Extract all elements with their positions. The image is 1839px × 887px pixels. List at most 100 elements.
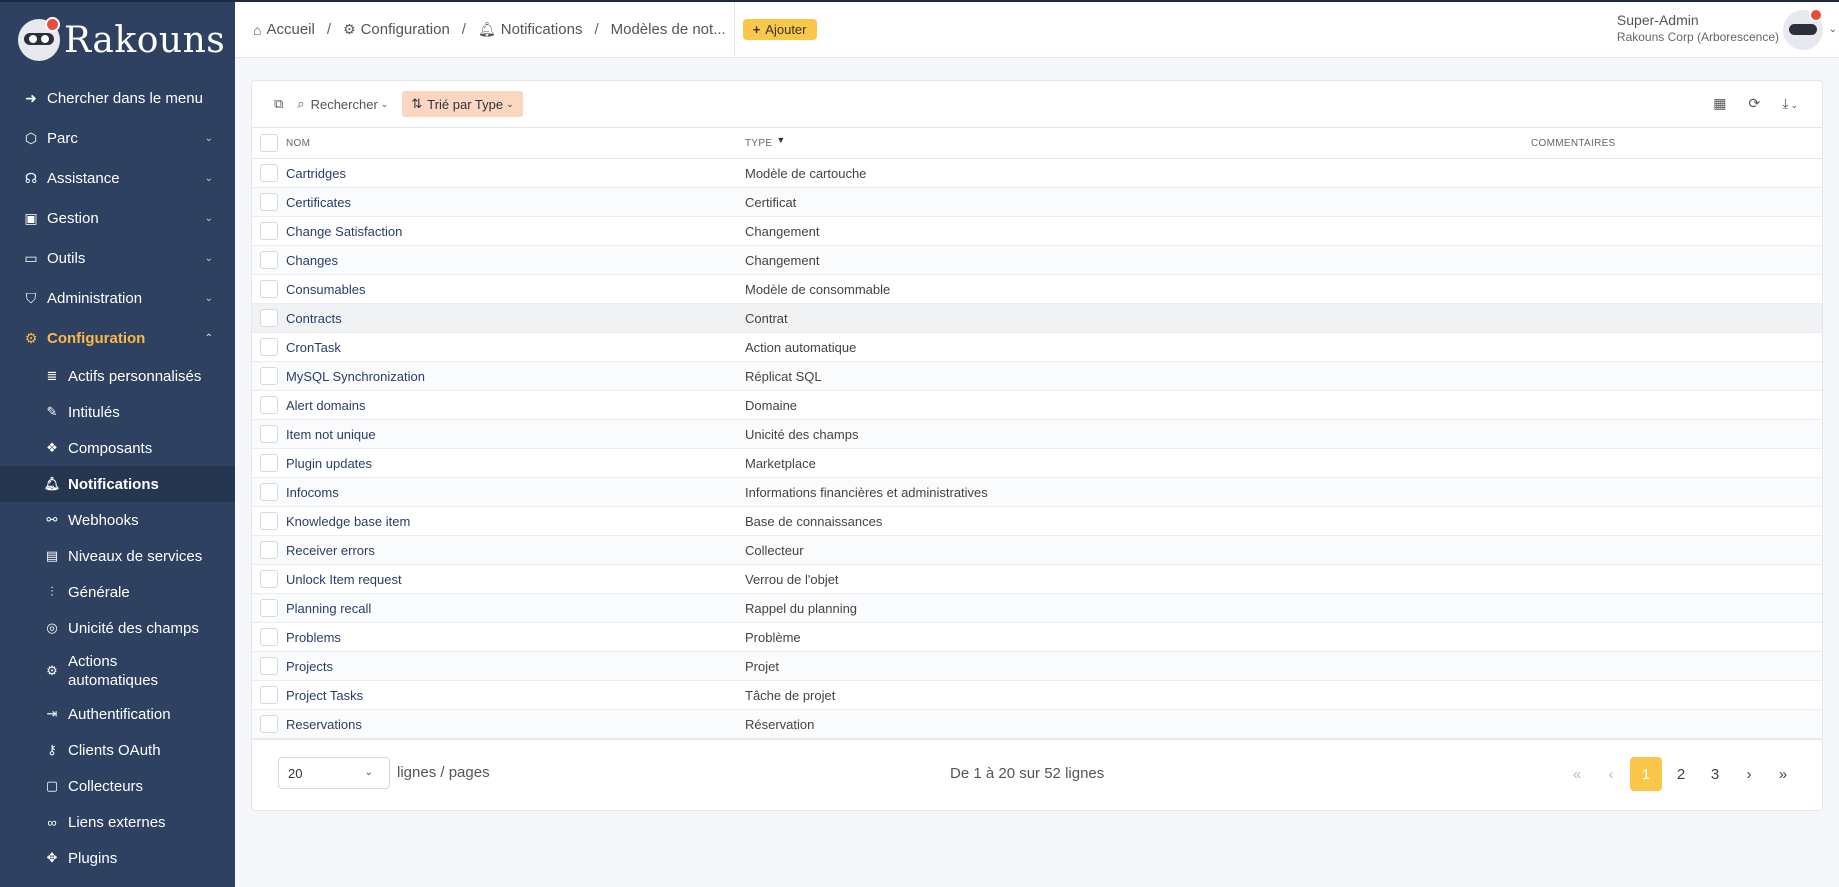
cell-nom-link[interactable]: Unlock Item request xyxy=(286,564,745,594)
row-checkbox[interactable] xyxy=(260,570,278,588)
row-checkbox[interactable] xyxy=(260,541,278,559)
sidebar-item-parc[interactable]: ⬡ Parc ⌄ xyxy=(0,118,235,158)
table-row[interactable]: Knowledge base item Base de connaissances xyxy=(252,506,1822,536)
add-button[interactable]: + Ajouter xyxy=(742,19,817,40)
row-checkbox[interactable] xyxy=(260,483,278,501)
sidebar-subitem-liens-externes[interactable]: ∞ Liens externes xyxy=(0,804,235,840)
row-checkbox[interactable] xyxy=(260,599,278,617)
row-checkbox[interactable] xyxy=(260,222,278,240)
sidebar-item-outils[interactable]: ▭ Outils ⌄ xyxy=(0,238,235,278)
sidebar-subitem-niveaux-de-services[interactable]: ▤ Niveaux de services xyxy=(0,538,235,574)
row-checkbox[interactable] xyxy=(260,193,278,211)
table-row[interactable]: Receiver errors Collecteur xyxy=(252,535,1822,565)
select-all-checkbox[interactable] xyxy=(260,134,278,152)
cell-nom-link[interactable]: Infocoms xyxy=(286,477,745,507)
row-checkbox[interactable] xyxy=(260,628,278,646)
breadcrumb-home[interactable]: ⌂ Accueil xyxy=(253,21,315,38)
sidebar-item-gestion[interactable]: ▣ Gestion ⌄ xyxy=(0,198,235,238)
cell-nom-link[interactable]: Projects xyxy=(286,651,745,681)
sidebar-subitem-actifs-personnalisés[interactable]: ≣ Actifs personnalisés xyxy=(0,358,235,394)
breadcrumb-current[interactable]: Modèles de not... xyxy=(611,21,726,38)
column-settings-icon[interactable]: ▦ xyxy=(1713,95,1726,112)
table-row[interactable]: Contracts Contrat xyxy=(252,303,1822,333)
row-checkbox[interactable] xyxy=(260,280,278,298)
cell-nom-link[interactable]: Receiver errors xyxy=(286,535,745,565)
row-checkbox[interactable] xyxy=(260,657,278,675)
cell-nom-link[interactable]: MySQL Synchronization xyxy=(286,361,745,391)
download-icon[interactable]: ⤓ ⌄ xyxy=(1782,95,1798,112)
first-page-icon[interactable]: « xyxy=(1560,757,1594,791)
row-checkbox[interactable] xyxy=(260,686,278,704)
page-button-2[interactable]: 2 xyxy=(1664,757,1698,791)
cell-nom-link[interactable]: Planning recall xyxy=(286,593,745,623)
cell-nom-link[interactable]: Consumables xyxy=(286,274,745,304)
row-checkbox[interactable] xyxy=(260,454,278,472)
table-row[interactable]: Infocoms Informations financières et admi… xyxy=(252,477,1822,507)
row-checkbox[interactable] xyxy=(260,338,278,356)
column-header-commentaires[interactable]: COMMENTAIRES xyxy=(1531,127,1822,159)
copy-icon[interactable]: ⧉ xyxy=(274,96,283,112)
sidebar-item-administration[interactable]: ⛉ Administration ⌄ xyxy=(0,278,235,318)
column-header-type[interactable]: TYPE ▼ xyxy=(745,127,1531,159)
sidebar-subitem-authentification[interactable]: ⇥ Authentification xyxy=(0,696,235,732)
row-checkbox[interactable] xyxy=(260,715,278,733)
sort-button[interactable]: ⇅ Trié par Type ⌄ xyxy=(402,91,523,117)
cell-nom-link[interactable]: Change Satisfaction xyxy=(286,216,745,246)
table-row[interactable]: CronTask Action automatique xyxy=(252,332,1822,362)
sidebar-item-configuration[interactable]: ⚙ Configuration ⌃ xyxy=(0,318,235,358)
cell-nom-link[interactable]: Problems xyxy=(286,622,745,652)
table-row[interactable]: Planning recall Rappel du planning xyxy=(252,593,1822,623)
next-page-icon[interactable]: › xyxy=(1732,757,1766,791)
sidebar-item-assistance[interactable]: ☊ Assistance ⌄ xyxy=(0,158,235,198)
cell-nom-link[interactable]: Knowledge base item xyxy=(286,506,745,536)
sidebar-subitem-webhooks[interactable]: ⚯ Webhooks xyxy=(0,502,235,538)
row-checkbox[interactable] xyxy=(260,425,278,443)
cell-nom-link[interactable]: Changes xyxy=(286,245,745,275)
user-menu[interactable]: Super-Admin Rakouns Corp (Arborescence) xyxy=(1617,12,1779,44)
table-row[interactable]: Cartridges Modèle de cartouche xyxy=(252,158,1822,188)
sidebar-subitem-composants[interactable]: ❖ Composants xyxy=(0,430,235,466)
chevron-down-icon[interactable]: ⌄ xyxy=(1829,24,1837,35)
page-size-select[interactable]: 20 ⌄ xyxy=(278,757,390,789)
avatar[interactable] xyxy=(1783,8,1823,50)
row-checkbox[interactable] xyxy=(260,396,278,414)
table-row[interactable]: Alert domains Domaine xyxy=(252,390,1822,420)
cell-nom-link[interactable]: Alert domains xyxy=(286,390,745,420)
sidebar-subitem-collecteurs[interactable]: ▢ Collecteurs xyxy=(0,768,235,804)
sidebar-subitem-plugins[interactable]: ✥ Plugins xyxy=(0,840,235,876)
column-header-nom[interactable]: NOM xyxy=(286,127,745,159)
brand[interactable]: Rakouns xyxy=(0,2,235,78)
table-row[interactable]: Consumables Modèle de consommable xyxy=(252,274,1822,304)
row-checkbox[interactable] xyxy=(260,251,278,269)
cell-nom-link[interactable]: Reservations xyxy=(286,709,745,739)
table-row[interactable]: Change Satisfaction Changement xyxy=(252,216,1822,246)
page-button-1[interactable]: 1 xyxy=(1630,757,1662,791)
row-checkbox[interactable] xyxy=(260,309,278,327)
cell-nom-link[interactable]: CronTask xyxy=(286,332,745,362)
sidebar-item-chercher-dans-le-menu[interactable]: ➜ Chercher dans le menu xyxy=(0,78,235,118)
sidebar-subitem-clients-oauth[interactable]: ⚷ Clients OAuth xyxy=(0,732,235,768)
table-row[interactable]: Projects Projet xyxy=(252,651,1822,681)
cell-nom-link[interactable]: Cartridges xyxy=(286,158,745,188)
sidebar-subitem-notifications[interactable]: 🔔︎ Notifications xyxy=(0,466,235,502)
row-checkbox[interactable] xyxy=(260,164,278,182)
refresh-icon[interactable]: ⟳ xyxy=(1749,95,1761,112)
sidebar-subitem-intitulés[interactable]: ✎ Intitulés xyxy=(0,394,235,430)
prev-page-icon[interactable]: ‹ xyxy=(1594,757,1628,791)
cell-nom-link[interactable]: Certificates xyxy=(286,187,745,217)
table-row[interactable]: Certificates Certificat xyxy=(252,187,1822,217)
table-row[interactable]: Plugin updates Marketplace xyxy=(252,448,1822,478)
cell-nom-link[interactable]: Project Tasks xyxy=(286,680,745,710)
table-row[interactable]: Unlock Item request Verrou de l'objet xyxy=(252,564,1822,594)
breadcrumb-configuration[interactable]: ⚙ Configuration xyxy=(343,21,450,38)
table-row[interactable]: Item not unique Unicité des champs xyxy=(252,419,1822,449)
cell-nom-link[interactable]: Item not unique xyxy=(286,419,745,449)
sidebar-subitem-générale[interactable]: ⫶ Générale xyxy=(0,574,235,610)
table-row[interactable]: Problems Problème xyxy=(252,622,1822,652)
table-row[interactable]: Project Tasks Tâche de projet xyxy=(252,680,1822,710)
breadcrumb-notifications[interactable]: 🔔︎ Notifications xyxy=(478,21,582,38)
last-page-icon[interactable]: » xyxy=(1766,757,1800,791)
row-checkbox[interactable] xyxy=(260,367,278,385)
table-row[interactable]: Reservations Réservation xyxy=(252,709,1822,739)
cell-nom-link[interactable]: Contracts xyxy=(286,303,745,333)
